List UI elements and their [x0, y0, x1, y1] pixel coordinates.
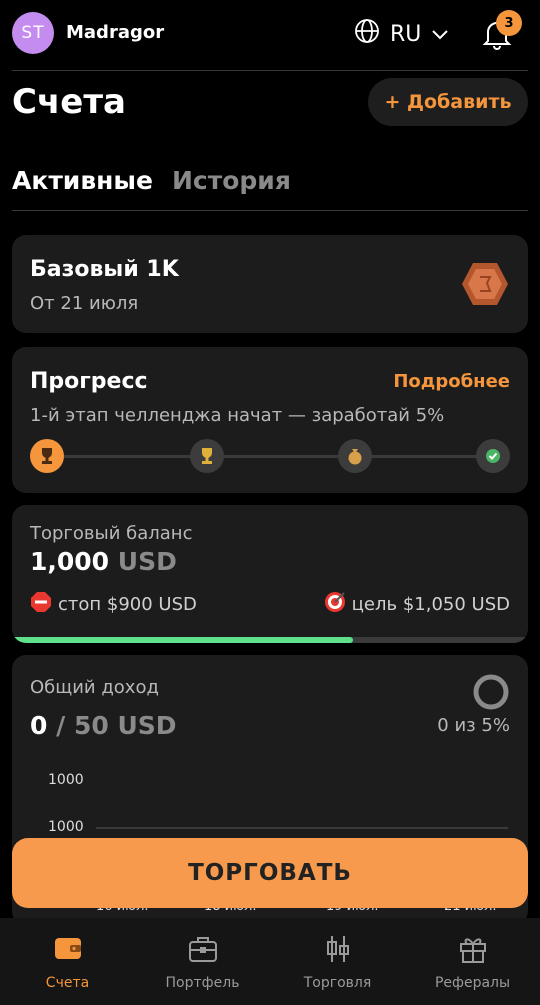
bronze-medal-icon: [460, 261, 510, 311]
nav-referrals[interactable]: Рефералы: [405, 918, 540, 1005]
step-4-check-icon: [476, 439, 510, 473]
language-selector[interactable]: RU: [354, 18, 449, 50]
tabs-divider: [12, 210, 528, 211]
tab-history[interactable]: История: [172, 166, 291, 195]
nav-trading[interactable]: Торговля: [270, 918, 405, 1005]
bottom-nav: Счета Портфель Торговля Рефералы: [0, 918, 540, 1005]
nav-portfolio[interactable]: Портфель: [135, 918, 270, 1005]
nav-label: Торговля: [303, 975, 372, 991]
candlestick-icon: [325, 934, 351, 968]
target-icon: [324, 591, 346, 618]
stop-label: стоп $900 USD: [58, 594, 197, 615]
step-3-money-bag-icon: [338, 439, 372, 473]
account-since: От 21 июля: [30, 293, 139, 314]
account-name: Базовый 1K: [30, 257, 179, 282]
header-divider: [12, 70, 528, 71]
username: Madragor: [66, 22, 165, 43]
language-label: RU: [390, 21, 422, 47]
bell-icon: [482, 22, 512, 54]
progress-steps: [30, 439, 510, 473]
income-percent: 0 из 5%: [437, 715, 510, 736]
target-label: цель $1,050 USD: [351, 594, 510, 615]
page-title: Счета: [12, 82, 127, 122]
step-1-trophy-icon: [30, 439, 64, 473]
account-card[interactable]: Базовый 1K От 21 июля: [12, 235, 528, 333]
income-target: / 50 USD: [56, 711, 177, 740]
income-amount: 0 / 50 USD: [30, 711, 177, 740]
gift-icon: [458, 934, 488, 968]
nav-label: Счета: [45, 975, 90, 991]
profit-target: цель $1,050 USD: [324, 591, 510, 618]
balance-progress-track: [12, 637, 528, 643]
stop-sign-icon: [30, 591, 52, 618]
avatar[interactable]: ST: [12, 12, 54, 54]
chart-baseline: [96, 827, 508, 829]
steps-line: [47, 455, 493, 458]
balance-currency: USD: [117, 547, 177, 576]
progress-ring-icon: [472, 673, 510, 715]
add-account-button[interactable]: + Добавить: [368, 78, 528, 126]
wallet-icon: [53, 934, 83, 966]
balance-label: Торговый баланс: [30, 523, 193, 544]
stop-loss: стоп $900 USD: [30, 591, 197, 618]
balance-progress-fill: [12, 637, 353, 643]
chart-y-label: 1000: [48, 772, 84, 788]
nav-label: Рефералы: [434, 975, 511, 991]
nav-label: Портфель: [165, 975, 240, 991]
income-label: Общий доход: [30, 677, 159, 698]
progress-title: Прогресс: [30, 369, 148, 394]
globe-icon: [354, 18, 380, 50]
top-bar: ST Madragor RU 3: [0, 0, 540, 70]
chevron-down-icon: [431, 22, 449, 47]
balance-amount: 1,000 USD: [30, 547, 177, 576]
step-2-trophy-icon: [190, 439, 224, 473]
notification-badge: 3: [496, 10, 522, 36]
progress-card: Прогресс Подробнее 1-й этап челленджа на…: [12, 347, 528, 493]
income-value: 0: [30, 711, 48, 740]
briefcase-icon: [187, 934, 219, 968]
details-link[interactable]: Подробнее: [393, 371, 510, 392]
chart-y-label: 1000: [48, 819, 84, 835]
balance-card: Торговый баланс 1,000 USD стоп $900 USD …: [12, 505, 528, 643]
tab-active[interactable]: Активные: [12, 166, 153, 195]
progress-description: 1-й этап челленджа начат — заработай 5%: [30, 405, 445, 426]
trade-button[interactable]: ТОРГОВАТЬ: [12, 838, 528, 908]
nav-accounts[interactable]: Счета: [0, 918, 135, 1005]
balance-value: 1,000: [30, 547, 110, 576]
